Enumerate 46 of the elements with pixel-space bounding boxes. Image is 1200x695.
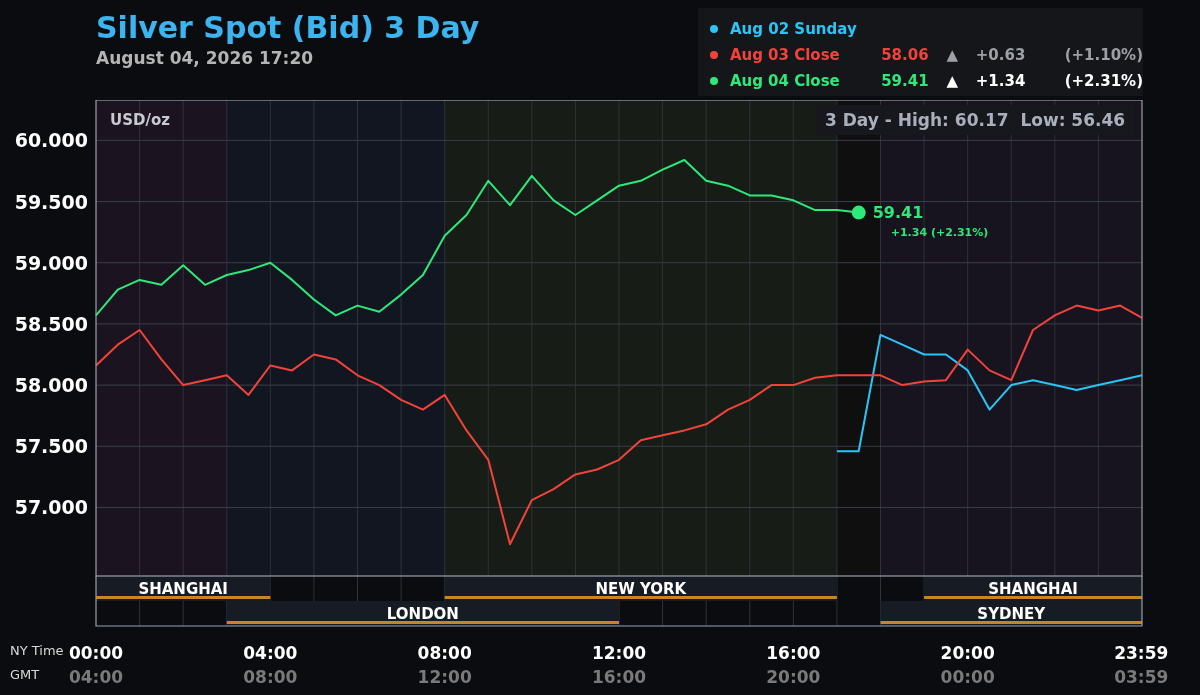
legend-percent: (+2.31%) [1063, 72, 1143, 90]
session-label: NEW YORK [595, 580, 687, 598]
ny-time-label: NY Time [10, 643, 64, 658]
y-axis-label: 59.500 [14, 190, 88, 213]
legend-change: +1.34 [975, 72, 1027, 90]
up-arrow-icon: ▲ [928, 72, 976, 90]
gmt-time-tick: 16:00 [591, 667, 647, 687]
last-change-label: +1.34 (+2.31%) [890, 226, 989, 240]
ny-time-tick: 23:59 [1114, 643, 1169, 663]
unit-label: USD/oz [110, 111, 170, 129]
ny-time-tick: 08:00 [417, 643, 472, 663]
gmt-time-tick: 12:00 [417, 667, 472, 687]
gmt-time-tick: 04:00 [68, 667, 124, 687]
session-label: SHANGHAI [988, 580, 1078, 598]
legend-label: Aug 02 Sunday [730, 20, 858, 38]
legend-label: Aug 04 Close [729, 72, 841, 90]
gmt-label: GMT [10, 667, 40, 682]
last-price-label: 59.41 [872, 203, 924, 223]
chart-title: Silver Spot (Bid) 3 Day [96, 10, 480, 46]
ny-time-tick: 20:00 [940, 643, 995, 663]
legend-change: +0.63 [975, 46, 1027, 64]
y-axis-label: 57.000 [14, 496, 88, 519]
y-axis-label: 57.500 [14, 435, 88, 458]
legend-label: Aug 03 Close [729, 46, 841, 64]
gmt-time-tick: 03:59 [1114, 667, 1169, 687]
range-label: 3 Day - High: 60.17 Low: 56.46 [816, 105, 1135, 135]
ny-time-tick: 04:00 [243, 643, 298, 663]
y-axis-label: 59.000 [14, 251, 88, 274]
ny-time-tick: 16:00 [766, 643, 821, 663]
y-axis-label: 58.000 [14, 374, 88, 397]
chart-date: August 04, 2026 17:20 [96, 48, 315, 68]
session-label: SHANGHAI [138, 580, 228, 598]
up-arrow-icon: ▲ [928, 46, 976, 64]
legend-price: 58.06 [880, 46, 929, 64]
last-price-dot [851, 205, 866, 220]
legend-price: 59.41 [880, 72, 929, 90]
y-axis-label: 58.500 [14, 312, 88, 335]
ny-time-tick: 00:00 [68, 643, 124, 663]
gmt-time-tick: 00:00 [940, 667, 995, 687]
gmt-time-tick: 20:00 [766, 667, 821, 687]
session-label: SYDNEY [977, 605, 1046, 623]
legend-percent: (+1.10%) [1063, 46, 1143, 64]
y-axis-label: 60.000 [14, 129, 88, 152]
gmt-time-tick: 08:00 [243, 667, 298, 687]
ny-time-tick: 12:00 [591, 643, 647, 663]
session-label: LONDON [386, 605, 459, 623]
